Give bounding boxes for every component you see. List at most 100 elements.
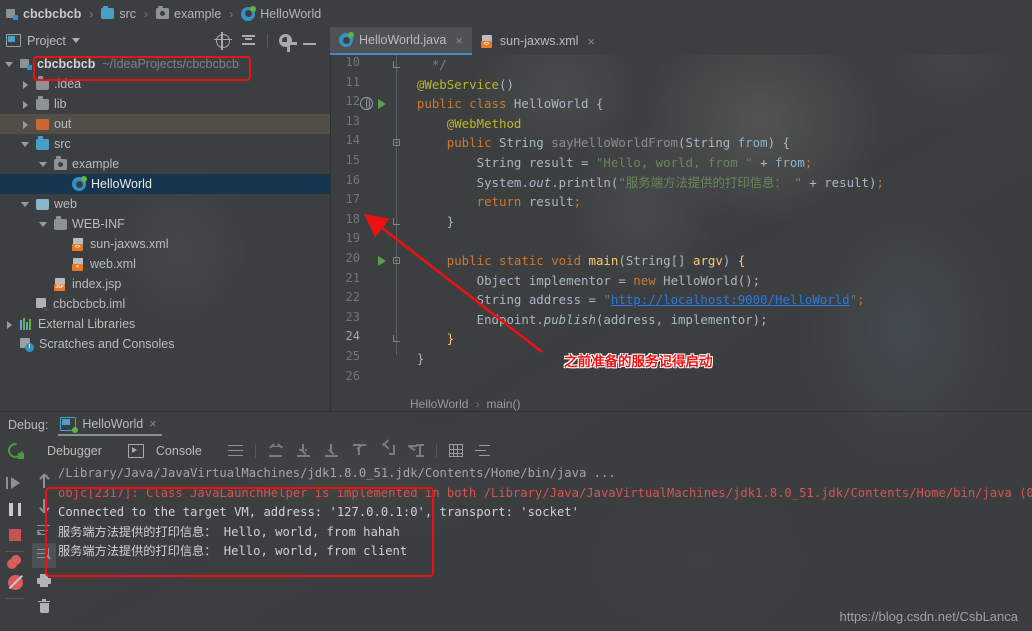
code-line[interactable]: public static void main(String[] argv) { (402, 251, 745, 271)
tab-helloworld-java[interactable]: HelloWorld.java × (330, 27, 472, 55)
code-line[interactable]: return result; (402, 192, 581, 212)
breadcrumb-item-helloworld[interactable]: HelloWorld (260, 7, 321, 21)
locate-icon[interactable] (214, 31, 232, 50)
resume-program-icon[interactable] (2, 470, 28, 496)
hide-icon[interactable] (303, 43, 316, 45)
console-icon[interactable] (127, 443, 144, 458)
tree-item-webinf[interactable]: WEB-INF (0, 214, 330, 234)
code-line[interactable]: } (402, 349, 424, 369)
code-line[interactable]: String address = "http://localhost:9000/… (402, 290, 865, 310)
code-line[interactable]: Endpoint.publish(address, implementor); (402, 310, 768, 330)
code-line[interactable]: @WebMethod (402, 114, 522, 134)
tree-item-example[interactable]: example (0, 154, 330, 174)
chevron-right-icon[interactable] (4, 319, 15, 330)
settings-icon[interactable] (279, 34, 297, 52)
line-number: 12 (345, 94, 360, 109)
scroll-up-icon[interactable] (32, 468, 56, 493)
console-output[interactable]: /Library/Java/JavaVirtualMachines/jdk1.8… (58, 464, 1032, 631)
code-line[interactable]: } (402, 329, 454, 349)
chevron-right-icon[interactable] (20, 99, 31, 110)
code-line[interactable]: String result = "Hello, world, from " + … (402, 153, 813, 173)
tree-item-src[interactable]: src (0, 134, 330, 154)
status-breadcrumb-class[interactable]: HelloWorld (410, 397, 468, 411)
chevron-down-icon[interactable] (4, 59, 15, 70)
chevron-right-icon[interactable] (20, 119, 31, 130)
code-line[interactable]: public class HelloWorld { (402, 94, 604, 114)
tab-sun-jaxws-xml[interactable]: <> sun-jaxws.xml × (472, 27, 604, 55)
mute-breakpoints-icon[interactable] (2, 569, 28, 595)
evaluate-icon[interactable] (448, 444, 463, 457)
drop-frame-icon[interactable] (380, 439, 396, 458)
tree-item-external-libraries[interactable]: External Libraries (0, 314, 330, 334)
libraries-icon (20, 318, 33, 330)
chevron-right-icon[interactable] (20, 79, 31, 90)
tab-debugger[interactable]: Debugger (47, 444, 102, 458)
close-icon[interactable]: × (587, 34, 595, 49)
code-fold-marker[interactable] (393, 335, 400, 343)
project-tree[interactable]: cbcbcbcb ~/IdeaProjects/cbcbcbcb .idea l… (0, 54, 330, 412)
pause-program-icon[interactable] (2, 496, 28, 522)
collapse-all-icon[interactable] (241, 33, 256, 48)
code-fold-marker[interactable] (393, 257, 400, 264)
rerun-icon[interactable] (8, 443, 24, 459)
tree-item-helloworld[interactable]: HelloWorld (0, 174, 330, 194)
step-into-icon[interactable] (296, 443, 312, 458)
module-icon (6, 8, 18, 20)
tree-item-webxml[interactable]: < web.xml (0, 254, 330, 274)
breadcrumb-item-src[interactable]: src (119, 7, 136, 21)
soft-wrap-icon[interactable] (32, 518, 56, 543)
tree-item-lib[interactable]: lib (0, 94, 330, 114)
tree-item-indexjsp[interactable]: JSP index.jsp (0, 274, 330, 294)
force-step-into-icon[interactable] (324, 443, 340, 458)
run-gutter-icon[interactable] (378, 99, 386, 110)
folder-icon (101, 5, 115, 19)
line-number: 18 (345, 211, 360, 226)
scroll-to-end-icon[interactable] (32, 543, 56, 568)
tree-item-idea[interactable]: .idea (0, 74, 330, 94)
code-line[interactable]: @WebService() (402, 75, 514, 95)
code-line[interactable]: */ (402, 55, 447, 75)
tree-item-sun-jaxws[interactable]: <> sun-jaxws.xml (0, 234, 330, 254)
code-fold-marker[interactable] (393, 217, 400, 225)
chevron-down-icon[interactable] (20, 199, 31, 210)
code-line[interactable]: public String sayHelloWorldFrom(String f… (402, 133, 790, 153)
tree-item-web[interactable]: web (0, 194, 330, 214)
tree-item-iml[interactable]: cbcbcbcb.iml (0, 294, 330, 314)
code-line[interactable]: Object implementor = new HelloWorld(); (402, 271, 761, 291)
clear-all-icon[interactable] (32, 593, 56, 618)
breadcrumb-item-example[interactable]: example (174, 7, 221, 21)
tree-item-cbcbcbcb[interactable]: cbcbcbcb ~/IdeaProjects/cbcbcbcb (0, 54, 330, 74)
folder-blue-icon (36, 136, 49, 150)
settings-filter-icon[interactable] (474, 444, 490, 457)
code-line[interactable]: } (402, 212, 454, 232)
close-icon[interactable]: × (149, 417, 156, 431)
debug-session-tab[interactable]: HelloWorld × (58, 414, 162, 436)
tree-item-out[interactable]: out (0, 114, 330, 134)
breadcrumb-item-project[interactable]: cbcbcbcb (23, 7, 81, 21)
print-icon[interactable] (32, 568, 56, 593)
status-breadcrumb-method[interactable]: main() (486, 397, 520, 411)
web-service-gutter-icon[interactable] (360, 96, 373, 111)
tab-console[interactable]: Console (156, 444, 202, 458)
code-fold-marker[interactable] (393, 139, 400, 147)
scroll-down-icon[interactable] (32, 493, 56, 518)
close-icon[interactable]: × (455, 33, 463, 48)
code-fold-marker[interactable] (393, 61, 400, 68)
chevron-down-icon[interactable] (20, 139, 31, 150)
run-to-cursor-icon[interactable] (407, 443, 424, 458)
java-class-icon (241, 5, 257, 21)
step-out-icon[interactable] (352, 443, 368, 458)
chevron-down-icon[interactable] (38, 159, 49, 170)
tree-item-label: Scratches and Consoles (39, 337, 175, 351)
chevron-down-icon[interactable] (38, 219, 49, 230)
tree-item-scratches[interactable]: Scratches and Consoles (0, 334, 330, 354)
layout-icon[interactable] (227, 444, 243, 457)
step-over-icon[interactable] (268, 443, 284, 458)
view-breakpoints-icon[interactable] (7, 555, 23, 569)
code-line[interactable]: System.out.println("服务端方法提供的打印信息： " + re… (402, 173, 884, 193)
chevron-down-icon[interactable] (71, 38, 80, 43)
stop-icon[interactable] (2, 522, 28, 548)
run-gutter-icon[interactable] (378, 256, 386, 266)
project-panel-title[interactable]: Project (6, 34, 80, 48)
